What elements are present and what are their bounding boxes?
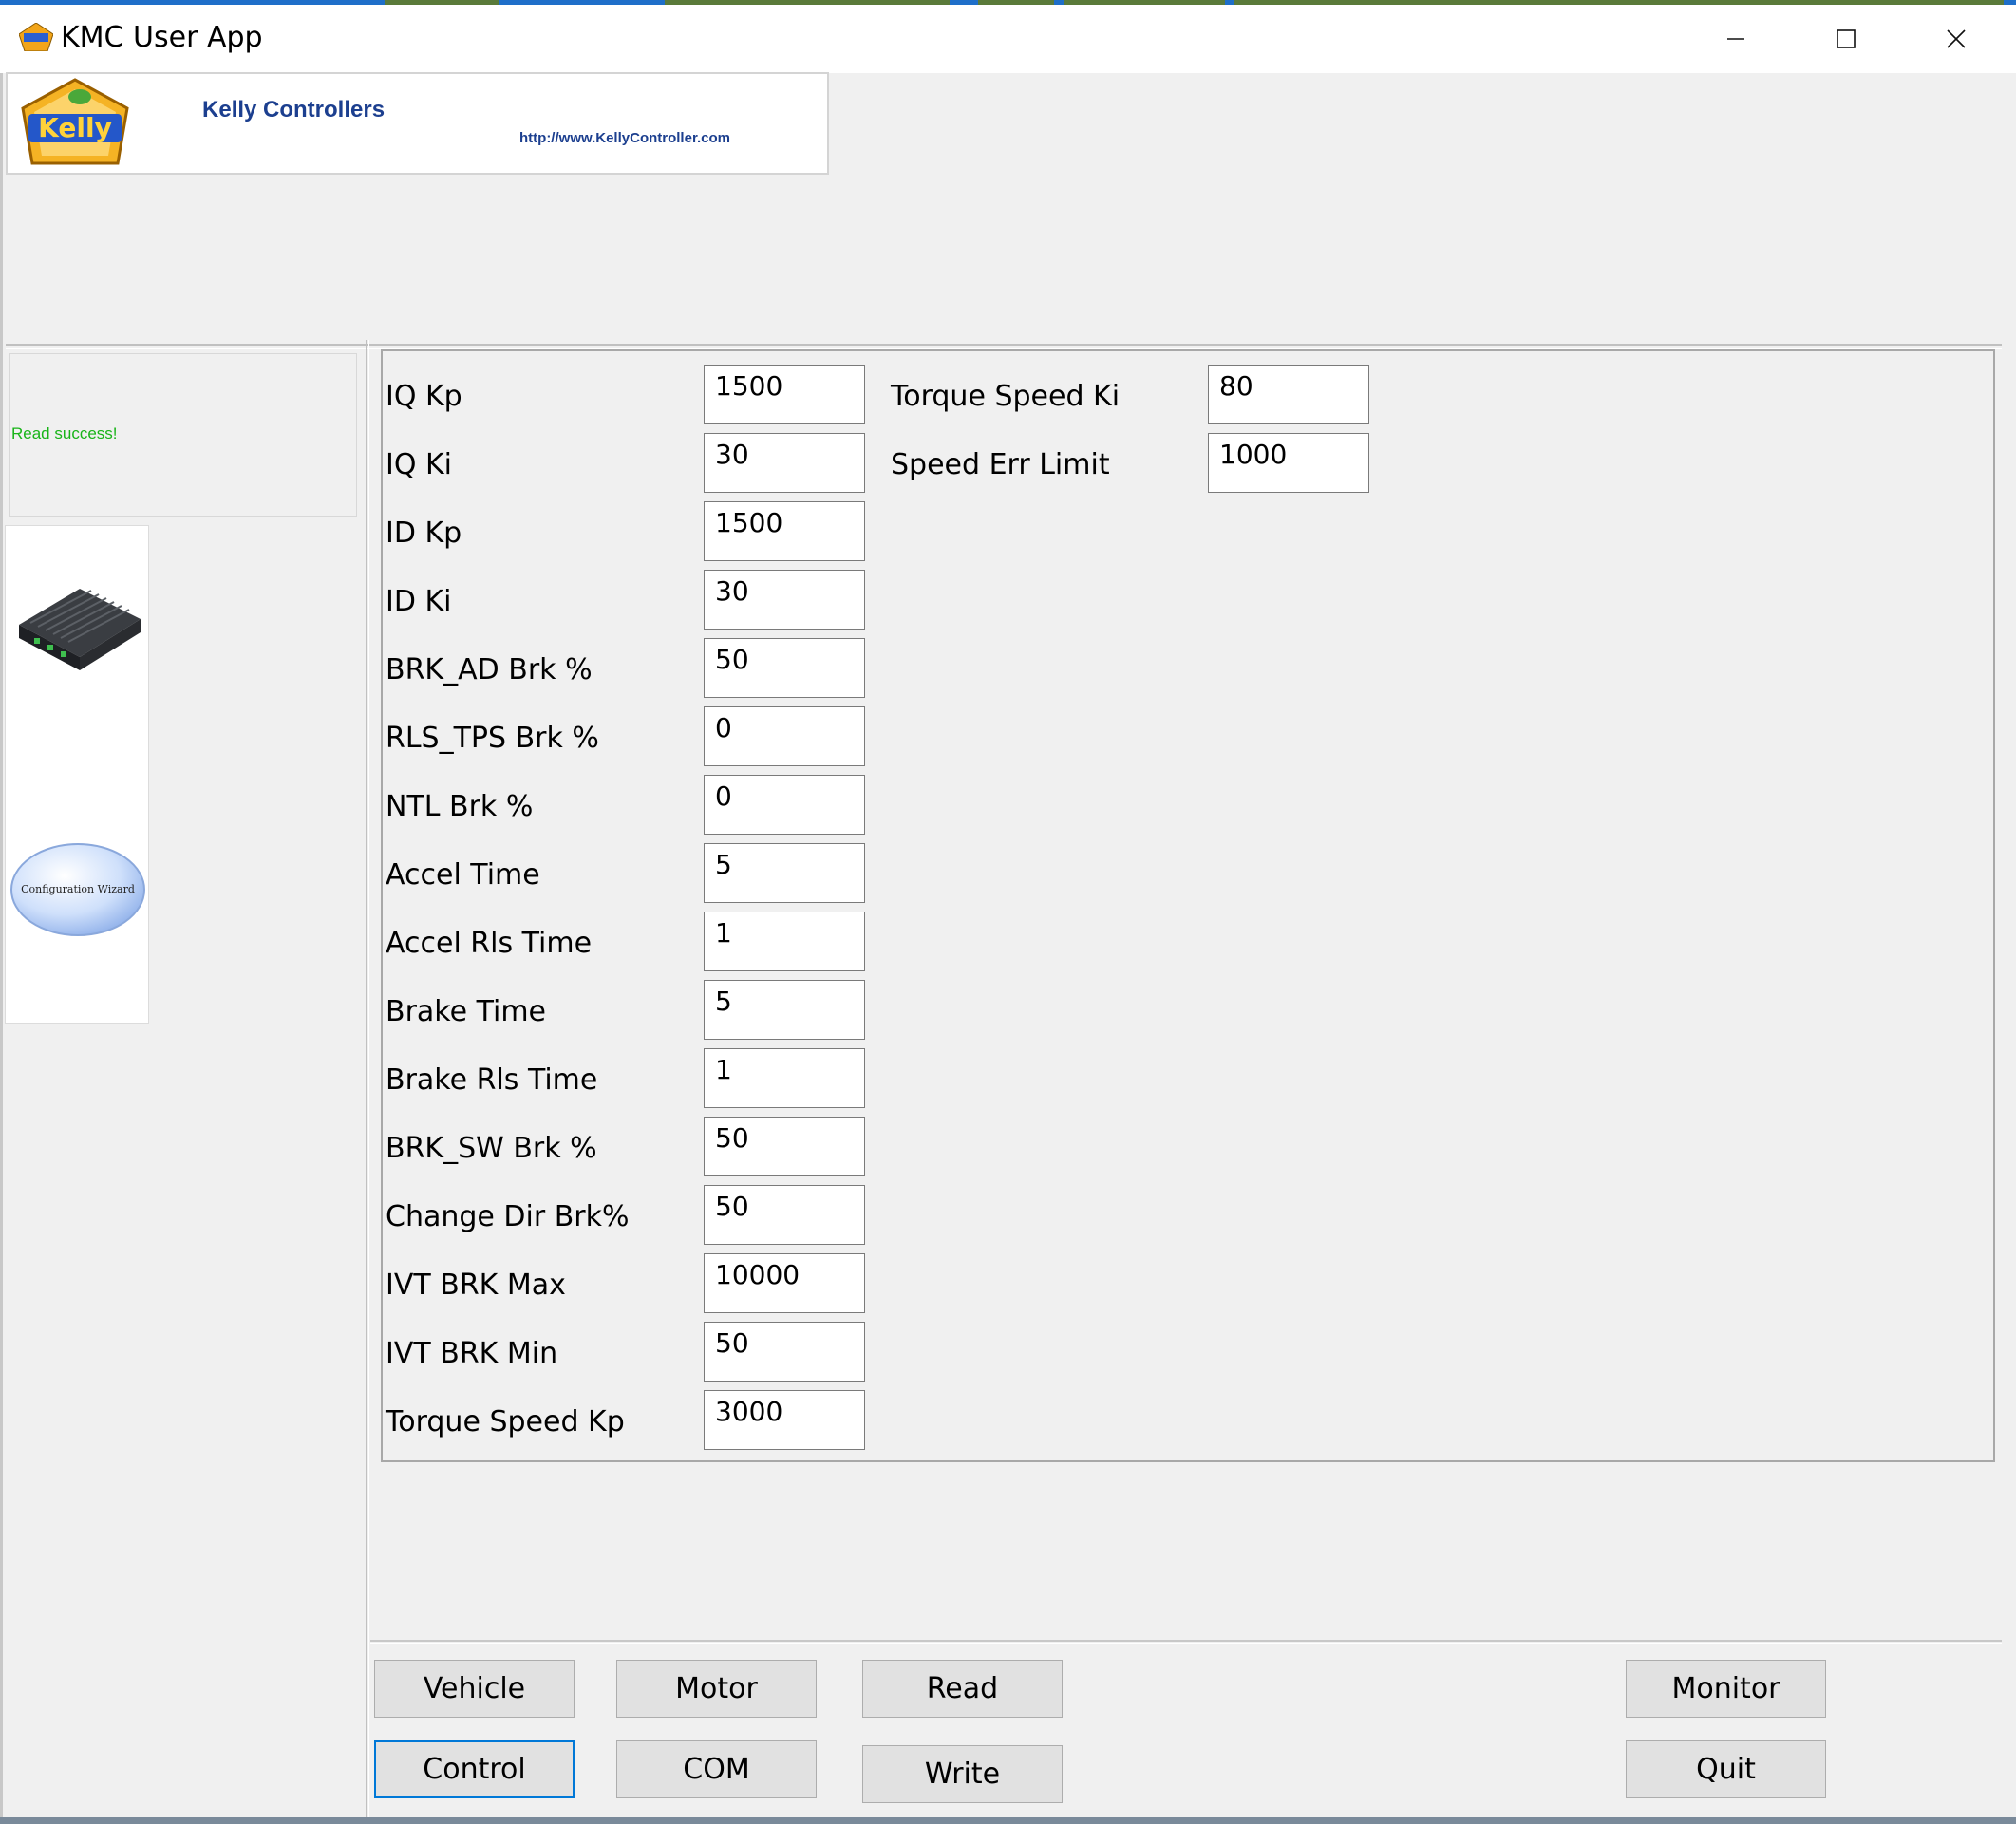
param-label: BRK_SW Brk % bbox=[386, 1132, 597, 1165]
param-input[interactable]: 1 bbox=[704, 1048, 865, 1108]
minimize-icon bbox=[1727, 38, 1744, 40]
param-label: Accel Time bbox=[386, 858, 540, 892]
param-label: IVT BRK Max bbox=[386, 1269, 566, 1302]
maximize-icon bbox=[1837, 29, 1856, 48]
param-label: BRK_AD Brk % bbox=[386, 653, 593, 686]
param-input[interactable]: 50 bbox=[704, 1185, 865, 1245]
divider bbox=[6, 344, 2002, 346]
param-input[interactable]: 30 bbox=[704, 570, 865, 630]
quit-button[interactable]: Quit bbox=[1626, 1740, 1826, 1798]
param-label: Change Dir Brk% bbox=[386, 1200, 630, 1233]
message-area bbox=[381, 1460, 1995, 1633]
window-title: KMC User App bbox=[61, 21, 263, 54]
param-input[interactable]: 5 bbox=[704, 843, 865, 903]
param-label: ID Kp bbox=[386, 517, 462, 550]
minimize-button[interactable] bbox=[1681, 5, 1791, 73]
divider bbox=[368, 340, 369, 1821]
param-label: Brake Time bbox=[386, 995, 547, 1028]
close-icon bbox=[1947, 29, 1966, 48]
param-label: IVT BRK Min bbox=[386, 1337, 558, 1370]
param-input[interactable]: 80 bbox=[1208, 365, 1369, 424]
param-label: Accel Rls Time bbox=[386, 927, 593, 960]
maximize-button[interactable] bbox=[1791, 5, 1901, 73]
param-input[interactable]: 3000 bbox=[704, 1390, 865, 1450]
param-label: IQ Ki bbox=[386, 448, 453, 481]
read-button[interactable]: Read bbox=[862, 1660, 1063, 1718]
param-input[interactable]: 50 bbox=[704, 1117, 865, 1176]
vehicle-button[interactable]: Vehicle bbox=[374, 1660, 575, 1718]
com-button[interactable]: COM bbox=[616, 1740, 817, 1798]
window-bottom-edge bbox=[0, 1817, 2016, 1824]
param-label: Torque Speed Ki bbox=[891, 380, 1121, 413]
motor-button[interactable]: Motor bbox=[616, 1660, 817, 1718]
param-label: NTL Brk % bbox=[386, 790, 534, 823]
param-label: RLS_TPS Brk % bbox=[386, 722, 599, 755]
status-message: Read success! bbox=[11, 424, 118, 442]
brand-name: Kelly Controllers bbox=[202, 97, 386, 122]
param-label: ID Ki bbox=[386, 585, 452, 618]
param-label: Speed Err Limit bbox=[891, 448, 1110, 481]
divider bbox=[370, 1643, 2002, 1644]
param-input[interactable]: 1500 bbox=[704, 365, 865, 424]
param-label: IQ Kp bbox=[386, 380, 462, 413]
param-input[interactable]: 0 bbox=[704, 706, 865, 766]
monitor-button[interactable]: Monitor bbox=[1626, 1660, 1826, 1718]
param-label: Torque Speed Kp bbox=[386, 1405, 625, 1439]
controller-device-icon bbox=[19, 589, 141, 670]
kelly-logo-icon: Kelly bbox=[21, 78, 129, 165]
param-label: Brake Rls Time bbox=[386, 1063, 598, 1097]
param-input[interactable]: 5 bbox=[704, 980, 865, 1040]
divider bbox=[370, 1640, 2002, 1642]
param-input[interactable]: 10000 bbox=[704, 1253, 865, 1313]
logo-text: Kelly bbox=[38, 112, 112, 143]
param-input[interactable]: 50 bbox=[704, 1322, 865, 1382]
param-input[interactable]: 50 bbox=[704, 638, 865, 698]
param-input[interactable]: 1 bbox=[704, 912, 865, 971]
divider bbox=[366, 340, 367, 1821]
window-border bbox=[0, 73, 3, 1824]
wizard-label: Configuration Wizard bbox=[21, 883, 135, 895]
close-button[interactable] bbox=[1901, 5, 2011, 73]
app-icon bbox=[19, 23, 53, 51]
website-link[interactable]: http://www.KellyController.com bbox=[519, 130, 730, 146]
control-button[interactable]: Control bbox=[374, 1740, 575, 1798]
param-input[interactable]: 1000 bbox=[1208, 433, 1369, 493]
param-input[interactable]: 30 bbox=[704, 433, 865, 493]
param-input[interactable]: 1500 bbox=[704, 501, 865, 561]
param-input[interactable]: 0 bbox=[704, 775, 865, 835]
write-button[interactable]: Write bbox=[862, 1745, 1063, 1803]
